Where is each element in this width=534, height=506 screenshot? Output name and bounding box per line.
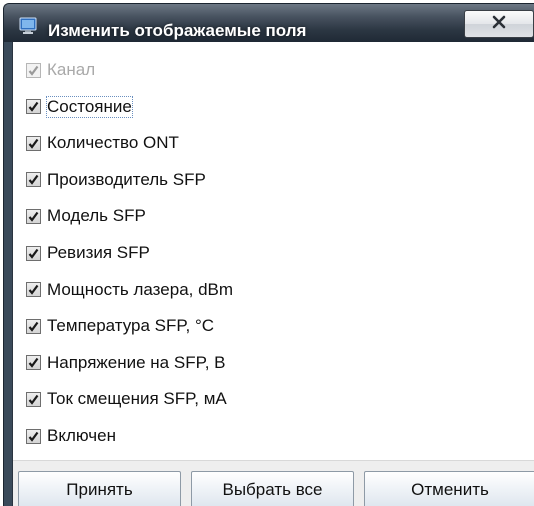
field-checkbox-row[interactable]: Производитель SFP — [26, 169, 206, 191]
dialog-title: Изменить отображаемые поля — [48, 21, 307, 40]
checkbox[interactable] — [26, 355, 41, 371]
field-checkbox-row: Канал — [26, 59, 95, 81]
field-checkbox-row[interactable]: Количество ONT — [26, 132, 179, 154]
checkbox[interactable] — [26, 282, 41, 298]
close-icon — [491, 15, 507, 34]
field-checkbox-row[interactable]: Модель SFP — [26, 205, 146, 227]
checkbox-label: Напряжение на SFP, В — [47, 352, 226, 372]
title-bar[interactable]: Изменить отображаемые поля — [4, 4, 534, 42]
checkbox-label: Мощность лазера, dBm — [47, 279, 234, 299]
checkbox-label: Количество ONT — [47, 133, 179, 153]
button-bar: Принять Выбрать все Отменить — [13, 460, 534, 506]
dialog-window: Изменить отображаемые поля Канал Состояни… — [3, 3, 534, 506]
checkbox-label: Включен — [47, 426, 116, 445]
checkbox[interactable] — [26, 245, 41, 261]
field-checkbox-row[interactable]: Состояние — [26, 95, 133, 118]
checkbox[interactable] — [26, 135, 41, 151]
select-all-button[interactable]: Выбрать все — [191, 471, 354, 506]
field-checkbox-row[interactable]: Ток смещения SFP, мА — [26, 388, 227, 410]
accept-button[interactable]: Принять — [18, 471, 181, 506]
field-checkbox-row[interactable]: Ревизия SFP — [26, 242, 150, 264]
checkbox[interactable] — [26, 318, 41, 334]
checkbox-label: Ток смещения SFP, мА — [47, 389, 227, 409]
fields-panel: Канал Состояние Количество ONT Производител… — [12, 42, 534, 506]
checkbox-label: Ревизия SFP — [47, 243, 150, 262]
checkbox[interactable] — [26, 172, 41, 188]
cancel-button[interactable]: Отменить — [364, 471, 534, 506]
field-checkbox-row[interactable]: Включен — [26, 425, 116, 447]
checkbox[interactable] — [26, 428, 41, 444]
checkbox-label: Канал — [47, 60, 96, 79]
checkbox[interactable] — [26, 208, 41, 224]
checkbox-label: Производитель SFP — [47, 169, 206, 189]
field-checkbox-row[interactable]: Мощность лазера, dBm — [26, 279, 233, 301]
checkbox-label: Температура SFP, °C — [47, 316, 215, 336]
checkbox-label: Модель SFP — [47, 206, 146, 226]
field-checkbox-row[interactable]: Напряжение на SFP, В — [26, 352, 226, 374]
checkbox-label: Состояние — [46, 95, 133, 118]
checkbox[interactable] — [26, 99, 41, 115]
close-button[interactable] — [464, 10, 534, 38]
monitor-icon — [19, 17, 37, 35]
checkbox[interactable] — [26, 391, 41, 407]
checkbox — [26, 62, 41, 78]
field-checkbox-row[interactable]: Температура SFP, °C — [26, 315, 214, 337]
